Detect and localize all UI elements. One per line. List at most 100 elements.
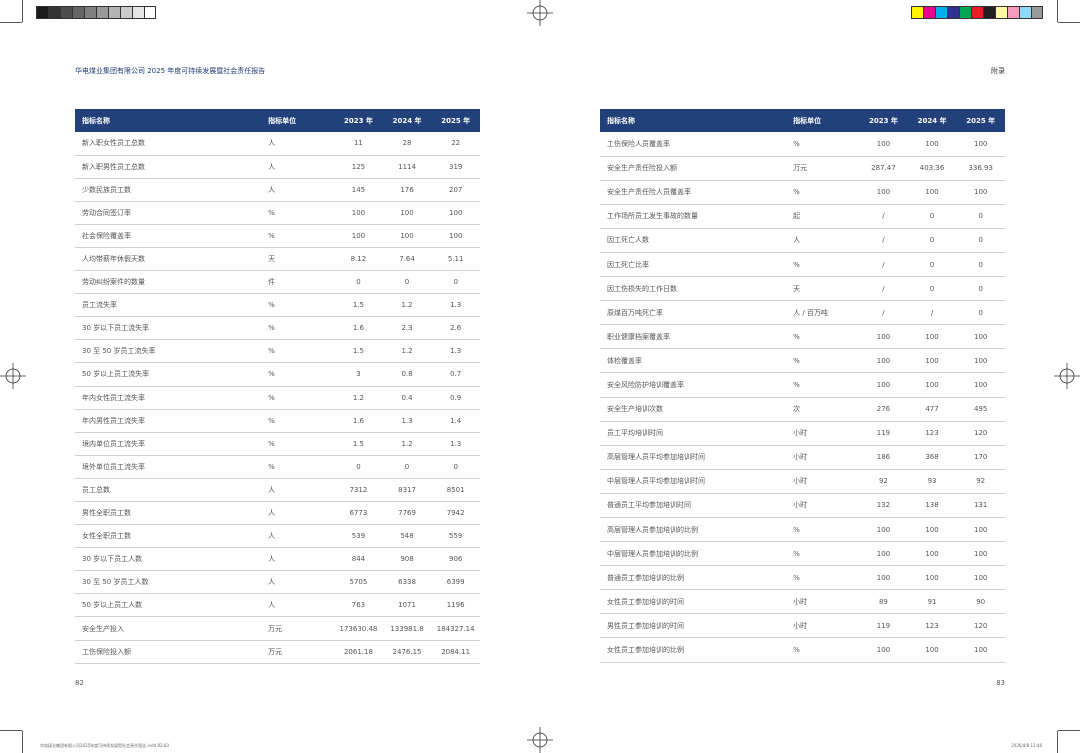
crop-mark [0, 730, 22, 731]
indicator-unit-cell: 人 [261, 501, 335, 526]
value-2024-cell: 93 [907, 469, 957, 494]
indicator-name-cell: 劳动合同签订率 [75, 201, 262, 225]
indicator-unit-cell: 人 [261, 132, 335, 156]
table-header-row: 指标名称 指标单位 2023 年 2024 年 2025 年 [75, 109, 480, 132]
value-2024-cell: 100 [382, 201, 432, 225]
value-2025-cell: 100 [956, 637, 1005, 663]
indicator-unit-cell: 小时 [786, 613, 860, 639]
column-header-indicator-name: 指标名称 [75, 109, 262, 132]
table-row: 高层管理人员参加培训的比例% 100 100 100 [600, 517, 1005, 543]
value-2024-cell: 123 [907, 613, 957, 639]
color-swatch [132, 6, 144, 19]
indicator-unit-cell: 万元 [786, 156, 860, 181]
table-row: 职业健康档案覆盖率% 100 100 100 [600, 324, 1005, 350]
indicator-unit-cell: % [261, 386, 335, 410]
table-row: 30 至 50 岁员工流失率% 1.5 1.2 1.3 [75, 339, 480, 364]
value-2023-cell: 276 [859, 397, 908, 422]
indicator-name-cell: 30 岁以下员工人数 [75, 547, 262, 572]
table-row: 女性员工参加培训的时间 小时 89 91 90 [600, 589, 1005, 615]
indicator-unit-cell: % [786, 565, 860, 591]
value-2024-cell: 368 [907, 445, 957, 470]
crop-mark [1057, 0, 1058, 22]
color-swatch [84, 6, 96, 19]
value-2023-cell: 125 [334, 155, 383, 179]
value-2024-cell: 0 [907, 204, 957, 229]
indicator-unit-cell: 天 [786, 276, 860, 302]
indicator-unit-cell: 小时 [786, 445, 860, 470]
indicator-name-cell: 原煤百万吨死亡率 [600, 300, 787, 326]
value-2024-cell: 100 [907, 541, 957, 567]
indicator-unit-cell: % [261, 201, 335, 225]
indicator-name-cell: 员工总数 [75, 478, 262, 503]
color-swatch [947, 6, 959, 19]
value-2025-cell: 0 [956, 204, 1005, 229]
indicator-table-right: 指标名称 指标单位 2023 年 2024 年 2025 年 工伤保险人员覆盖率% 100… [600, 109, 1005, 663]
indicator-name-cell: 30 岁以下员工流失率 [75, 316, 262, 341]
indicator-unit-cell: % [786, 372, 860, 398]
color-swatch [60, 6, 72, 19]
column-header-value-2025: 2025 年 [431, 109, 480, 132]
value-2023-cell: 3 [334, 362, 383, 387]
value-2023-cell: / [859, 252, 908, 278]
value-2025-cell: 2084.11 [431, 640, 480, 664]
indicator-unit-cell: 人 [261, 570, 335, 595]
value-2024-cell: 100 [907, 132, 957, 157]
indicator-unit-cell: 人 [261, 547, 335, 572]
value-2024-cell: 403.36 [907, 156, 957, 181]
table-row: 安全生产投入 万元 173630.48 133981.8 184327.14 [75, 616, 480, 641]
value-2024-cell: 1114 [382, 155, 432, 179]
value-2024-cell: / [907, 300, 957, 326]
indicator-name-cell: 员工流失率 [75, 293, 262, 318]
value-2024-cell: 0 [907, 228, 957, 253]
value-2025-cell: 2.6 [431, 316, 480, 341]
indicator-table-left: 指标名称 指标单位 2023 年 2024 年 2025 年 新入职女性员工总数人 11 2… [75, 109, 480, 664]
indicator-name-cell: 体检覆盖率 [600, 348, 787, 374]
table-row: 年内女性员工流失率% 1.2 0.4 0.9 [75, 386, 480, 410]
column-header-value-2025: 2025 年 [956, 109, 1005, 132]
indicator-name-cell: 高层管理人员参加培训的比例 [600, 517, 787, 543]
table-row: 高层管理人员平均参加培训时间 小时 186 368 170 [600, 445, 1005, 470]
table-row: 劳动合同签订率% 100 100 100 [75, 201, 480, 225]
table-row: 员工总数人 7312 8317 8501 [75, 478, 480, 503]
color-swatch [1007, 6, 1019, 19]
table-row: 体检覆盖率% 100 100 100 [600, 348, 1005, 374]
indicator-unit-cell: % [786, 132, 860, 157]
color-swatch [911, 6, 923, 19]
value-2023-cell: 0 [334, 455, 383, 479]
value-2024-cell: 1.2 [382, 293, 432, 318]
value-2025-cell: 207 [431, 178, 480, 202]
value-2024-cell: 1.2 [382, 339, 432, 364]
value-2025-cell: 0 [956, 252, 1005, 278]
value-2025-cell: 5.11 [431, 247, 480, 272]
table-row: 50 岁以上员工人数人 763 1071 1196 [75, 593, 480, 618]
indicator-name-cell: 安全风险防护培训覆盖率 [600, 372, 787, 398]
value-2025-cell: 184327.14 [431, 616, 480, 641]
indicator-unit-cell: % [261, 455, 335, 479]
indicator-name-cell: 30 至 50 岁员工流失率 [75, 339, 262, 364]
indicator-unit-cell: 万元 [261, 640, 335, 664]
table-row: 30 至 50 岁员工人数人 5705 6338 6399 [75, 570, 480, 595]
column-header-indicator-unit: 指标单位 [786, 109, 860, 132]
crop-mark [22, 0, 23, 22]
indicator-name-cell: 境外单位员工流失率 [75, 455, 262, 479]
value-2024-cell: 0 [382, 455, 432, 479]
table-row: 工伤保险投入额 万元 2061.18 2476.15 2084.11 [75, 640, 480, 664]
value-2025-cell: 1.3 [431, 339, 480, 364]
value-2024-cell: 6338 [382, 570, 432, 595]
indicator-unit-cell: 小时 [786, 589, 860, 615]
table-row: 50 岁以上员工流失率% 3 0.8 0.7 [75, 362, 480, 387]
value-2025-cell: 1.3 [431, 432, 480, 456]
value-2025-cell: 100 [431, 201, 480, 225]
table-row: 原煤百万吨死亡率人 / 百万吨 //0 [600, 300, 1005, 326]
indicator-name-cell: 女性全职员工数 [75, 524, 262, 549]
value-2025-cell: 906 [431, 547, 480, 572]
value-2023-cell: / [859, 300, 908, 326]
value-2025-cell: 336.93 [956, 156, 1005, 181]
value-2024-cell: 8317 [382, 478, 432, 503]
value-2024-cell: 100 [907, 180, 957, 205]
table-row: 安全风险防护培训覆盖率% 100 100 100 [600, 372, 1005, 398]
indicator-unit-cell: % [786, 180, 860, 205]
value-2023-cell: 1.6 [334, 409, 383, 433]
crop-mark [0, 22, 22, 23]
indicator-name-cell: 普通员工参加培训的比例 [600, 565, 787, 591]
